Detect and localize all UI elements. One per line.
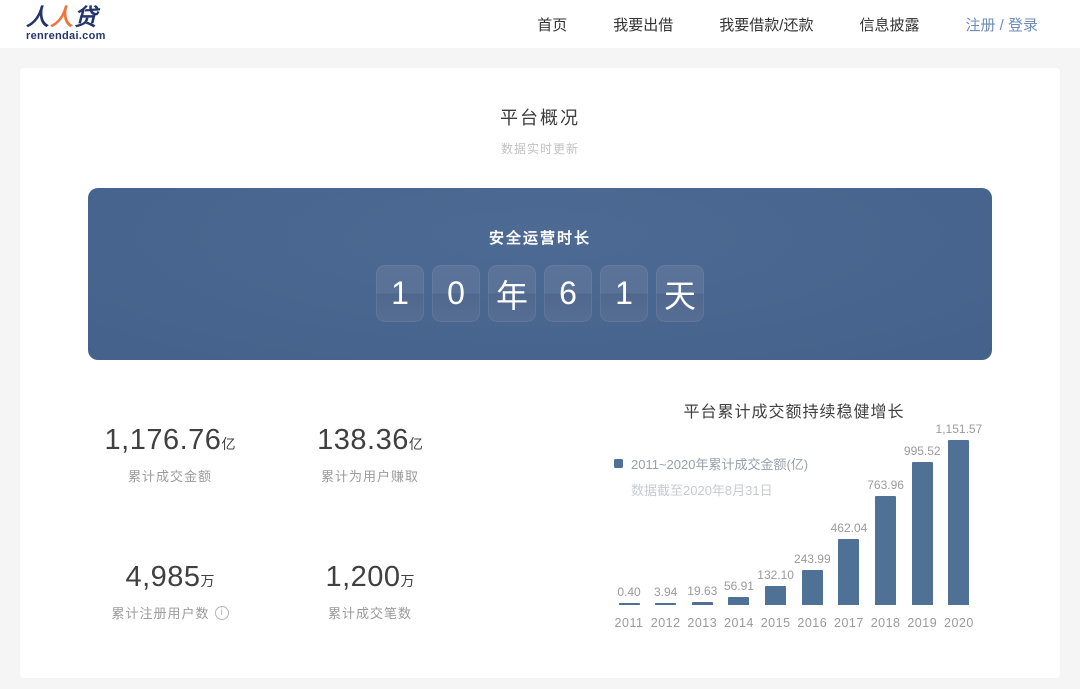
nav-item[interactable]: 我要借款/还款 <box>719 14 813 35</box>
bar <box>619 603 640 605</box>
bar-column: 763.96 2018 <box>869 478 903 630</box>
page: 人人贷 renrendai.com 首页 我要出借 我要借款/还款 信息披露 注册 /… <box>0 0 1080 678</box>
safe-operation-banner: 安全运营时长 10年61天 <box>88 188 992 360</box>
x-axis-tick-label: 2017 <box>834 616 864 630</box>
stat-unit: 万 <box>201 573 215 589</box>
flip-tile: 0 <box>432 265 480 322</box>
x-axis-tick-label: 2011 <box>615 616 644 630</box>
stat-value: 4,985 <box>125 561 200 593</box>
bar-value-label: 243.99 <box>794 552 831 566</box>
bar-value-label: 0.40 <box>617 585 640 599</box>
logo[interactable]: 人人贷 renrendai.com <box>26 6 106 42</box>
bar <box>875 496 896 605</box>
bar <box>802 570 823 605</box>
bar-column: 995.52 2019 <box>905 444 939 630</box>
top-navigation-bar: 人人贷 renrendai.com 首页 我要出借 我要借款/还款 信息披露 注册 /… <box>0 0 1080 48</box>
x-axis-tick-label: 2018 <box>871 616 901 630</box>
nav-item[interactable]: 信息披露 <box>859 14 919 35</box>
bar <box>728 597 749 605</box>
flip-tile: 1 <box>600 265 648 322</box>
stat-label: 累计注册用户数 <box>111 603 209 622</box>
operation-duration-counter: 10年61天 <box>88 265 992 322</box>
bar <box>912 462 933 605</box>
bar-column: 243.99 2016 <box>795 552 829 630</box>
logo-char: 人 <box>50 4 74 30</box>
x-axis-tick-label: 2014 <box>724 616 754 630</box>
stat-item: 1,200万累计成交笔数 <box>270 561 470 622</box>
stat-item: 1,176.76亿累计成交金额 <box>70 424 270 485</box>
stat-value: 1,176.76 <box>105 424 222 456</box>
bar-value-label: 995.52 <box>904 444 941 458</box>
bar-value-label: 763.96 <box>867 478 904 492</box>
stat-value: 138.36 <box>317 424 409 456</box>
flip-tile: 天 <box>656 265 704 322</box>
bar <box>655 603 676 605</box>
register-login-link[interactable]: 注册 / 登录 <box>965 14 1038 35</box>
flip-tile: 1 <box>376 265 424 322</box>
stat-value: 1,200 <box>325 561 400 593</box>
nav-item[interactable]: 我要出借 <box>613 14 673 35</box>
bar-value-label: 19.63 <box>687 584 717 598</box>
bar-column: 462.04 2017 <box>832 521 866 630</box>
logo-char: 贷 <box>74 4 98 30</box>
logo-wordmark: 人人贷 <box>26 6 106 29</box>
bar-value-label: 132.10 <box>757 568 794 582</box>
stat-label: 累计成交笔数 <box>328 603 412 622</box>
stat-unit: 亿 <box>409 436 423 452</box>
bar <box>838 539 859 605</box>
stats-grid: 1,176.76亿累计成交金额138.36亿累计为用户赚取4,985万累计注册用… <box>70 398 470 424</box>
bar <box>692 602 713 605</box>
stats-and-chart-row: 1,176.76亿累计成交金额138.36亿累计为用户赚取4,985万累计注册用… <box>20 398 1060 630</box>
bar-value-label: 1,151.57 <box>936 422 983 436</box>
page-subtitle: 数据实时更新 <box>20 140 1060 157</box>
bar-column: 19.63 2013 <box>685 584 719 630</box>
main-nav: 首页 我要出借 我要借款/还款 信息披露 <box>537 14 919 35</box>
flip-tile: 年 <box>488 265 536 322</box>
x-axis-tick-label: 2012 <box>651 616 681 630</box>
stat-item: 138.36亿累计为用户赚取 <box>270 424 470 485</box>
stat-unit: 亿 <box>221 436 235 452</box>
bar-column: 1,151.572020 <box>942 422 976 630</box>
chart-title: 平台累计成交额持续稳健增长 <box>608 398 980 422</box>
stat-item: 4,985万累计注册用户数 i <box>70 561 270 622</box>
x-axis-tick-label: 2013 <box>687 616 717 630</box>
banner-title: 安全运营时长 <box>88 188 992 248</box>
bar-column: 56.91 2014 <box>722 579 756 630</box>
bar <box>948 440 969 605</box>
info-icon[interactable]: i <box>215 606 229 620</box>
flip-tile: 6 <box>544 265 592 322</box>
bar-column: 0.40 2011 <box>612 585 646 630</box>
stat-label: 累计为用户赚取 <box>321 466 419 485</box>
x-axis-tick-label: 2015 <box>761 616 791 630</box>
stat-unit: 万 <box>401 573 415 589</box>
page-title: 平台概况 <box>20 104 1060 130</box>
stat-label: 累计成交金额 <box>128 466 212 485</box>
cumulative-volume-chart: 平台累计成交额持续稳健增长 2011~2020年累计成交金额(亿) 数据截至20… <box>608 398 980 630</box>
bar-chart-bars: 0.40 2011 3.94 2012 19.63 2013 56.91 2014 132.10… <box>612 422 976 630</box>
logo-char: 人 <box>26 4 50 30</box>
bar-column: 3.94 2012 <box>649 585 683 630</box>
platform-overview-card: 平台概况 数据实时更新 安全运营时长 10年61天 1,176.76亿累计成交金… <box>20 68 1060 678</box>
x-axis-tick-label: 2016 <box>797 616 827 630</box>
nav-item[interactable]: 首页 <box>537 14 567 35</box>
logo-domain: renrendai.com <box>26 31 106 42</box>
x-axis-tick-label: 2020 <box>944 616 974 630</box>
bar-column: 132.10 2015 <box>759 568 793 630</box>
bar-value-label: 3.94 <box>654 585 677 599</box>
bar-value-label: 56.91 <box>724 579 754 593</box>
bar-value-label: 462.04 <box>831 521 868 535</box>
bar <box>765 586 786 605</box>
x-axis-tick-label: 2019 <box>907 616 937 630</box>
